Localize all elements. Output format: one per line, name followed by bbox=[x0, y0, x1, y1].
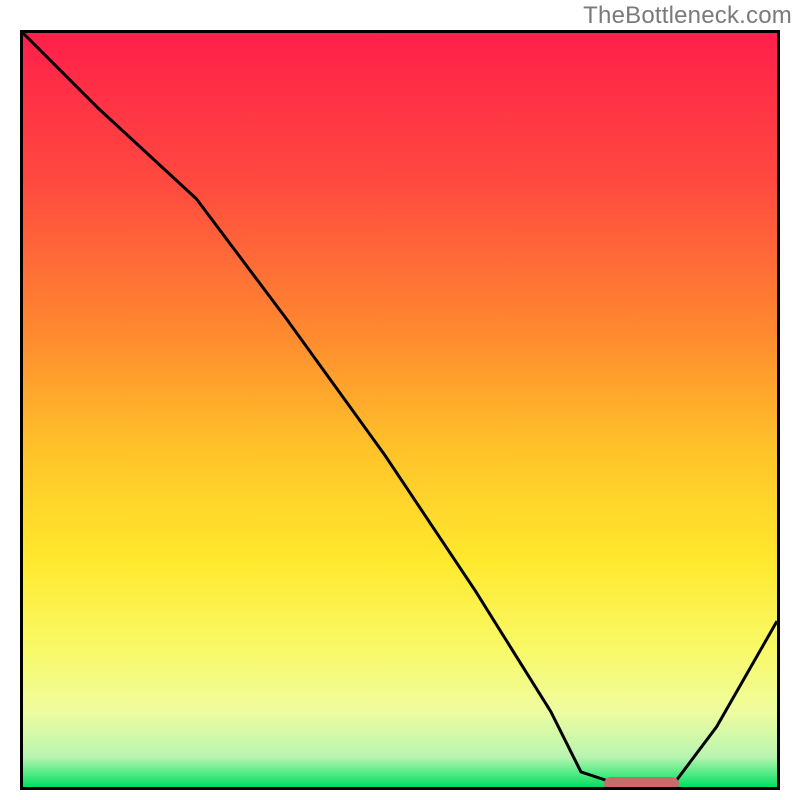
plot-area bbox=[20, 30, 780, 790]
optimal-range-marker bbox=[604, 777, 679, 790]
watermark-text: TheBottleneck.com bbox=[583, 2, 792, 30]
chart-container: TheBottleneck.com bbox=[0, 0, 800, 800]
bottleneck-curve bbox=[23, 33, 777, 787]
